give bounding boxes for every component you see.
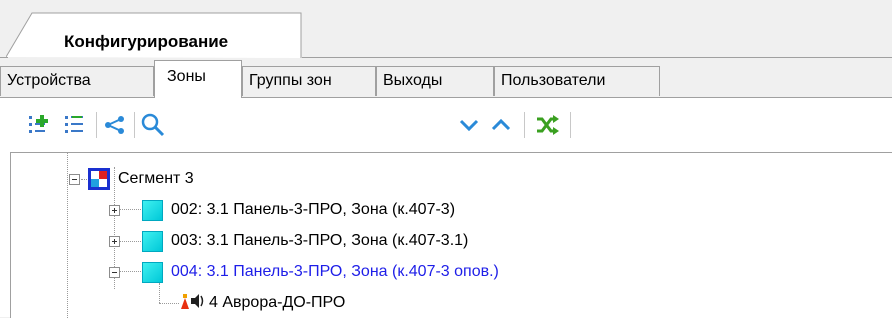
tree-node-label: 003: 3.1 Панель-3-ПРО, Зона (к.407-3.1): [171, 232, 469, 249]
add-zone-button[interactable]: [26, 112, 52, 138]
search-button[interactable]: [140, 112, 166, 138]
tab-label: Группы зон: [249, 72, 332, 89]
tree-node-label: 002: 3.1 Панель-3-ПРО, Зона (к.407-3): [171, 201, 456, 218]
tab-zones[interactable]: Зоны: [154, 60, 242, 98]
tab-label: Устройства: [7, 72, 91, 89]
add-zone-icon: [29, 115, 48, 133]
shuffle-button[interactable]: [534, 112, 560, 138]
tree-node-device[interactable]: 4 Аврора-ДО-ПРО: [179, 288, 345, 318]
move-up-button[interactable]: [488, 112, 514, 138]
tab-configuration-label: Конфигурирование: [64, 32, 229, 51]
zone-icon: [142, 199, 163, 221]
chevron-up-icon: [491, 118, 511, 131]
tree-node-segment[interactable]: Сегмент 3: [69, 164, 194, 194]
sub-tabbar: Устройства Зоны Группы зон Выходы Пользо…: [0, 58, 892, 98]
collapse-icon[interactable]: [69, 173, 80, 185]
siren-icon: [179, 290, 205, 317]
list-tree-icon: [65, 116, 83, 133]
segment-icon: [88, 168, 110, 190]
expand-icon[interactable]: [109, 235, 120, 247]
shuffle-icon: [537, 115, 559, 135]
tab-zone-groups[interactable]: Группы зон: [242, 66, 376, 96]
tab-configuration[interactable]: Конфигурирование: [6, 12, 302, 58]
expand-icon[interactable]: [109, 204, 120, 216]
tree-node-zone[interactable]: 002: 3.1 Панель-3-ПРО, Зона (к.407-3): [109, 195, 455, 225]
toolbar-separator: [524, 112, 525, 138]
tab-label: Выходы: [383, 72, 443, 89]
tree-node-zone-selected[interactable]: 004: 3.1 Панель-3-ПРО, Зона (к.407-3 опо…: [109, 257, 499, 287]
tab-users[interactable]: Пользователи: [494, 66, 660, 96]
tree-node-zone[interactable]: 003: 3.1 Панель-3-ПРО, Зона (к.407-3.1): [109, 226, 468, 256]
toolbar-separator: [134, 112, 135, 138]
move-down-button[interactable]: [456, 112, 482, 138]
search-icon: [141, 113, 165, 137]
tab-devices[interactable]: Устройства: [0, 66, 154, 96]
tree-node-label: Сегмент 3: [118, 170, 194, 187]
toolbar: [0, 98, 892, 152]
collapse-icon[interactable]: [109, 266, 120, 278]
tab-outputs[interactable]: Выходы: [376, 66, 494, 96]
tree-line: [159, 303, 179, 304]
link-button[interactable]: [102, 112, 128, 138]
chevron-down-icon: [459, 119, 479, 132]
toolbar-separator: [570, 112, 571, 138]
zone-tree[interactable]: Сегмент 3 002: 3.1 Панель-3-ПРО, Зона (к…: [10, 152, 892, 318]
tab-label: Пользователи: [501, 72, 606, 89]
link-icon: [105, 116, 124, 134]
tree-node-label: 004: 3.1 Панель-3-ПРО, Зона (к.407-3 опо…: [171, 263, 499, 280]
tree-node-label: 4 Аврора-ДО-ПРО: [209, 294, 346, 311]
main-tabbar: Конфигурирование: [0, 0, 892, 58]
tree-line: [67, 153, 68, 318]
tree-view-button[interactable]: [62, 112, 88, 138]
zone-icon: [142, 230, 163, 252]
tab-label: Зоны: [167, 68, 206, 85]
zone-icon: [142, 261, 163, 283]
toolbar-separator: [96, 112, 97, 138]
